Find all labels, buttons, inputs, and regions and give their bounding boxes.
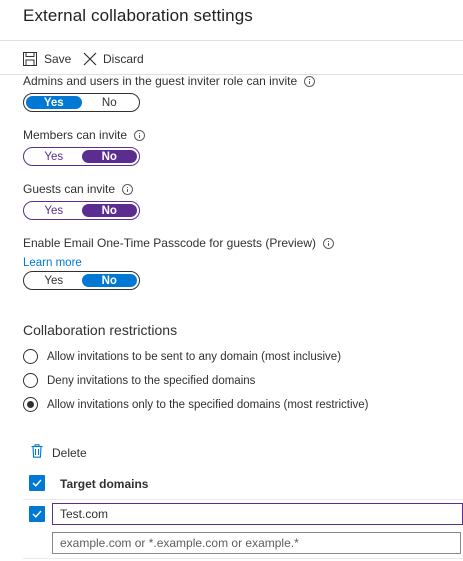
- setting-guest-inviter-label: Admins and users in the guest inviter ro…: [23, 74, 316, 88]
- toggle-no-option[interactable]: No: [81, 204, 137, 217]
- toggle-yes-option[interactable]: Yes: [26, 96, 82, 109]
- check-icon: [32, 510, 42, 518]
- radio-label: Allow invitations only to the specified …: [47, 398, 369, 411]
- row-divider: [23, 558, 463, 559]
- page-title: External collaboration settings: [23, 6, 253, 25]
- toggle-yes-option[interactable]: Yes: [26, 150, 82, 163]
- check-icon: [32, 479, 42, 487]
- radio-label: Deny invitations to the specified domain…: [47, 374, 256, 387]
- radio-allow-only-specified[interactable]: Allow invitations only to the specified …: [23, 397, 369, 412]
- new-domain-input[interactable]: example.com or *.example.com or example.…: [52, 532, 461, 554]
- radio-allow-any-domain[interactable]: Allow invitations to be sent to any doma…: [23, 349, 341, 364]
- domain-input[interactable]: Test.com: [52, 503, 463, 525]
- setting-guests-invite-label: Guests can invite: [23, 182, 134, 196]
- info-icon[interactable]: [122, 183, 134, 195]
- guest-inviter-toggle[interactable]: Yes No: [23, 93, 140, 112]
- row-checkbox[interactable]: [29, 506, 45, 522]
- toggle-no-option[interactable]: No: [82, 96, 138, 109]
- setting-members-invite-label: Members can invite: [23, 128, 146, 142]
- toggle-yes-option[interactable]: Yes: [26, 274, 82, 287]
- delete-label: Delete: [52, 445, 87, 460]
- learn-more-link[interactable]: Learn more: [23, 257, 82, 269]
- save-button[interactable]: Save: [23, 50, 71, 68]
- trash-icon: [31, 444, 43, 461]
- close-icon: [83, 52, 97, 66]
- radio-button[interactable]: [23, 349, 38, 364]
- toggle-yes-option[interactable]: Yes: [26, 204, 82, 217]
- info-icon[interactable]: [134, 129, 146, 141]
- discard-button[interactable]: Discard: [83, 50, 144, 68]
- delete-button[interactable]: Delete: [31, 444, 87, 461]
- section-title: Collaboration restrictions: [23, 322, 178, 338]
- column-header-target-domains: Target domains: [60, 477, 149, 491]
- toggle-no-option[interactable]: No: [81, 274, 137, 287]
- radio-deny-specified[interactable]: Deny invitations to the specified domain…: [23, 373, 255, 388]
- members-invite-toggle[interactable]: Yes No: [23, 147, 140, 166]
- info-icon[interactable]: [304, 75, 316, 87]
- save-icon: [23, 52, 37, 66]
- discard-label: Discard: [103, 52, 144, 66]
- guests-invite-toggle[interactable]: Yes No: [23, 201, 140, 220]
- radio-button[interactable]: [23, 373, 38, 388]
- select-all-checkbox[interactable]: [29, 475, 45, 491]
- toggle-no-option[interactable]: No: [81, 150, 137, 163]
- header-divider: [23, 499, 463, 500]
- setting-email-otp-label: Enable Email One-Time Passcode for guest…: [23, 236, 335, 250]
- radio-label: Allow invitations to be sent to any doma…: [47, 350, 342, 363]
- save-label: Save: [44, 52, 72, 66]
- title-divider: [0, 40, 463, 41]
- radio-button[interactable]: [23, 397, 38, 412]
- email-otp-toggle[interactable]: Yes No: [23, 271, 140, 290]
- info-icon[interactable]: [323, 237, 335, 249]
